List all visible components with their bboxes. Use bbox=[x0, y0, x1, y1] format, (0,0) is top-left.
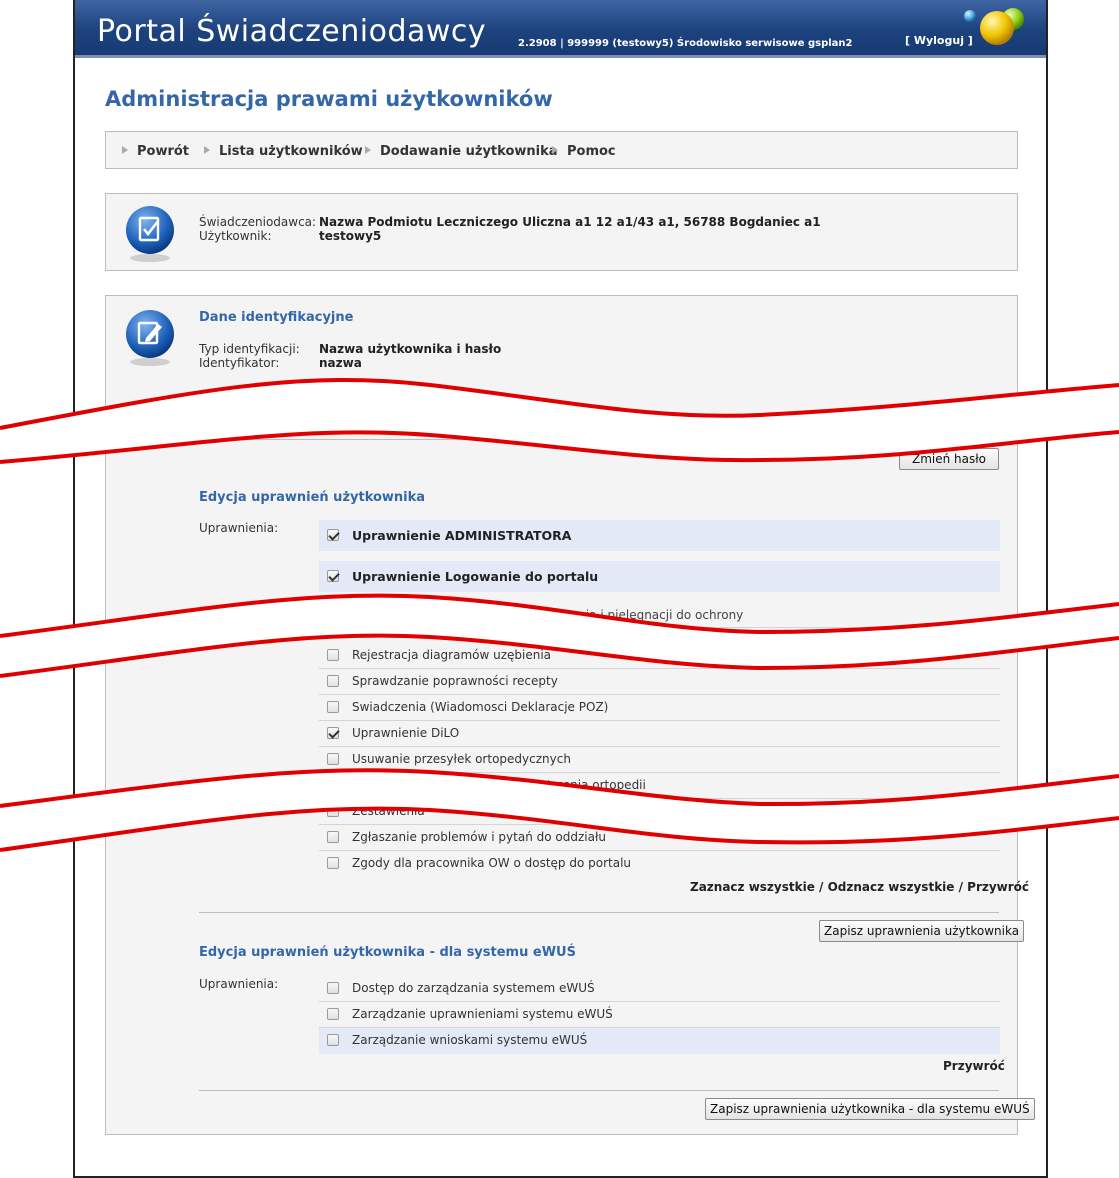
checkbox[interactable] bbox=[327, 675, 339, 687]
checkbox-checked[interactable] bbox=[327, 529, 339, 541]
permission-prescription-check[interactable]: Sprawdzanie poprawności recepty bbox=[319, 669, 1000, 695]
checkbox[interactable] bbox=[327, 701, 339, 713]
page-title: Administracja prawami użytkowników bbox=[105, 87, 553, 111]
divider bbox=[199, 912, 999, 913]
ewus-title: Edycja uprawnień użytkownika - dla syste… bbox=[199, 945, 576, 960]
identity-title: Dane identyfikacyjne bbox=[199, 310, 354, 325]
checkbox[interactable] bbox=[327, 982, 339, 994]
nav-user-list-label: Lista użytkowników bbox=[219, 144, 363, 159]
checkbox[interactable] bbox=[327, 1008, 339, 1020]
version-info: 2.2908 | 999999 (testowy5) Środowisko se… bbox=[518, 38, 853, 49]
select-links[interactable]: Zaznacz wszystkie / Odznacz wszystkie / … bbox=[690, 880, 1029, 894]
permission-label: Usuwanie przesyłek ortopedycznych bbox=[352, 752, 571, 766]
permission-login[interactable]: Uprawnienie Logowanie do portalu bbox=[319, 561, 1000, 592]
permission-poz-services[interactable]: Swiadczenia (Wiadomosci Deklaracje POZ) bbox=[319, 695, 1000, 721]
permission-label: Uprawnienie DiLO bbox=[352, 726, 460, 740]
arrow-right-icon bbox=[365, 146, 371, 154]
portal-header: Portal Świadczeniodawcy 2.2908 | 999999 … bbox=[75, 0, 1046, 58]
permission-label: Swiadczenia (Wiadomosci Deklaracje POZ) bbox=[352, 700, 609, 714]
permission-label: Zarządzanie wnioskami systemu eWUŚ bbox=[352, 1033, 588, 1047]
checkbox[interactable] bbox=[327, 753, 339, 765]
checkbox-checked[interactable] bbox=[327, 570, 339, 582]
identifier-label: Identyfikator: bbox=[199, 356, 280, 370]
permission-dental-diagram[interactable]: Rejestracja diagramów uzębienia bbox=[319, 643, 1000, 669]
nav-add-user[interactable]: Dodawanie użytkownika bbox=[365, 144, 558, 159]
checkbox[interactable] bbox=[327, 857, 339, 869]
permissions-title: Edycja uprawnień użytkownika bbox=[199, 490, 426, 505]
permission-label: Uprawnienie ADMINISTRATORA bbox=[352, 528, 572, 543]
nav-help-label: Pomoc bbox=[567, 144, 616, 159]
permission-ewus-access[interactable]: Dostęp do zarządzania systemem eWUŚ bbox=[319, 976, 1000, 1002]
main-box: Dane identyfikacyjne Typ identyfikacji: … bbox=[105, 295, 1035, 1135]
permission-label: Uprawnienie Logowanie do portalu bbox=[352, 569, 599, 584]
portal-brand: Portal Świadczeniodawcy bbox=[97, 14, 487, 49]
identifier-value: nazwa bbox=[319, 356, 362, 370]
user-label: Użytkownik: bbox=[199, 229, 272, 243]
permission-report-problems[interactable]: Zgłaszanie problemów i pytań do oddziału bbox=[319, 825, 1000, 851]
permissions-label: Uprawnienia: bbox=[199, 521, 279, 535]
edit-icon bbox=[126, 310, 174, 366]
permission-label: Sprawdzanie poprawności recepty bbox=[352, 674, 558, 688]
checkbox[interactable] bbox=[327, 831, 339, 843]
checkbox[interactable] bbox=[327, 649, 339, 661]
permission-label: Dostęp do zarządzania systemem eWUŚ bbox=[352, 981, 595, 995]
nav-add-user-label: Dodawanie użytkownika bbox=[380, 144, 558, 159]
arrow-right-icon bbox=[122, 146, 128, 154]
page-frame: Portal Świadczeniodawcy 2.2908 | 999999 … bbox=[73, 0, 1048, 1178]
permission-label: Zgłaszanie problemów i pytań do oddziału bbox=[352, 830, 606, 844]
checkbox[interactable] bbox=[327, 779, 339, 791]
arrow-right-icon bbox=[204, 146, 210, 154]
ewus-restore-link[interactable]: Przywróć bbox=[943, 1059, 1005, 1073]
permission-admin[interactable]: Uprawnienie ADMINISTRATORA bbox=[319, 520, 1000, 551]
action-nav: Powrót Lista użytkowników Dodawanie użyt… bbox=[105, 131, 1018, 169]
identity-type-value: Nazwa użytkownika i hasło bbox=[319, 342, 502, 356]
divider bbox=[199, 1090, 999, 1091]
checklist-icon bbox=[126, 206, 174, 262]
permission-dilo[interactable]: Uprawnienie DiLO bbox=[319, 721, 1000, 747]
permission-label: Zgody dla pracownika OW o dostęp do port… bbox=[352, 856, 632, 870]
change-password-button[interactable]: Zmień hasło bbox=[899, 448, 999, 470]
permission-ewus-requests[interactable]: Zarządzanie wnioskami systemu eWUŚ bbox=[319, 1028, 1000, 1054]
permission-reports[interactable]: Zestawienia bbox=[319, 799, 1000, 825]
permission-ewus-rights[interactable]: Zarządzanie uprawnieniami systemu eWUŚ bbox=[319, 1002, 1000, 1028]
checkbox[interactable] bbox=[327, 1034, 339, 1046]
nav-user-list[interactable]: Lista użytkowników bbox=[204, 144, 363, 159]
permission-label: Zarządzanie uprawnieniami systemu eWUŚ bbox=[352, 1007, 613, 1021]
permission-partial[interactable]: ...do zgłaszania zdarzeń do zaopatrzenia… bbox=[319, 602, 1000, 628]
portal-logo-icon bbox=[964, 8, 1024, 45]
nav-help[interactable]: Pomoc bbox=[552, 144, 616, 159]
save-ewus-permissions-button[interactable]: Zapisz uprawnienia użytkownika - dla sys… bbox=[705, 1098, 1035, 1120]
divider bbox=[199, 439, 999, 440]
arrow-right-icon bbox=[552, 146, 558, 154]
checkbox[interactable] bbox=[327, 805, 339, 817]
permission-label: Zestawienia refundacyjne zaopatrzenia or… bbox=[352, 778, 646, 792]
save-permissions-button[interactable]: Zapisz uprawnienia użytkownika bbox=[819, 920, 1025, 942]
ewus-permissions-label: Uprawnienia: bbox=[199, 977, 279, 991]
provider-value: Nazwa Podmiotu Leczniczego Uliczna a1 12… bbox=[319, 215, 821, 229]
provider-box: Świadczeniodawca: Nazwa Podmiotu Lecznic… bbox=[105, 193, 1018, 271]
nav-back[interactable]: Powrót bbox=[122, 144, 189, 159]
permission-ow-consent[interactable]: Zgody dla pracownika OW o dostęp do port… bbox=[319, 851, 1000, 877]
nav-back-label: Powrót bbox=[137, 144, 190, 159]
checkbox-checked[interactable] bbox=[327, 727, 339, 739]
permission-remove-ortho[interactable]: Usuwanie przesyłek ortopedycznych bbox=[319, 747, 1000, 773]
permission-ortho-reports[interactable]: Zestawienia refundacyjne zaopatrzenia or… bbox=[319, 773, 1000, 799]
provider-label: Świadczeniodawca: bbox=[199, 215, 317, 229]
permission-label: ...do zgłaszania zdarzeń do zaopatrzenia… bbox=[352, 608, 744, 622]
identity-type-label: Typ identyfikacji: bbox=[199, 342, 300, 356]
user-value: testowy5 bbox=[319, 229, 382, 243]
permission-label: Rejestracja diagramów uzębienia bbox=[352, 648, 552, 662]
permission-label: Zestawienia bbox=[352, 804, 425, 818]
